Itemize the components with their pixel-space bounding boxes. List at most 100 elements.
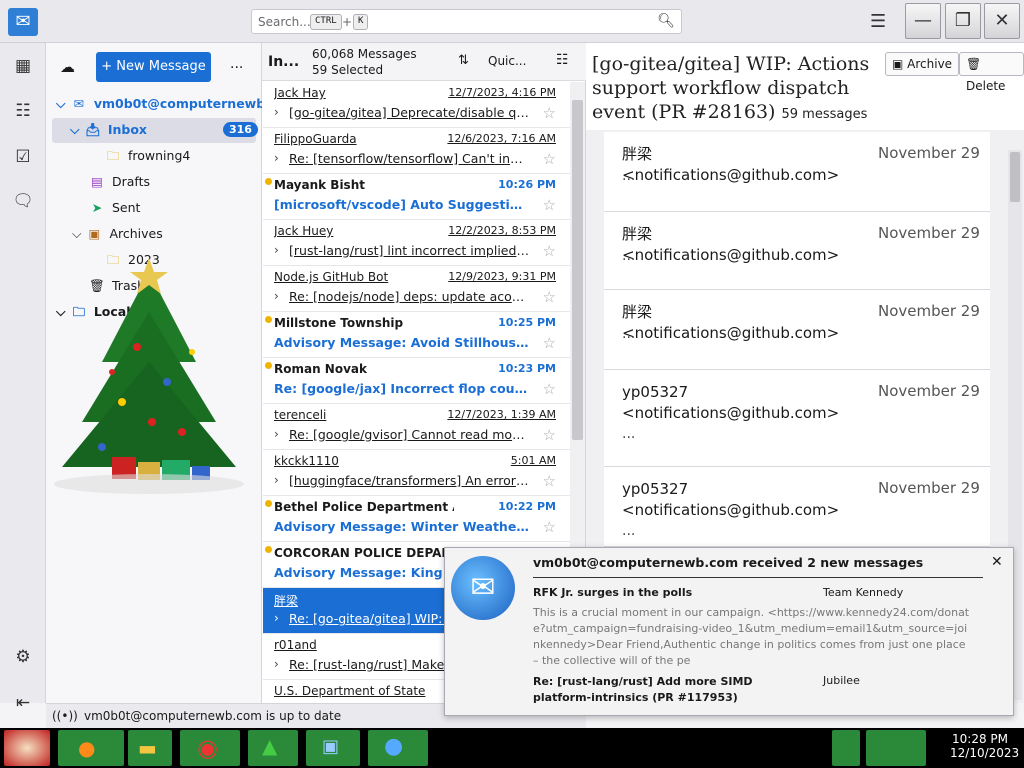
delete-button[interactable]: 🗑︎ Delete xyxy=(959,52,1024,93)
star-icon[interactable]: ☆ xyxy=(543,426,556,444)
spaces-toolbar: ▦ ☷ ☑ 🗨︎ ⚙ ⇤ xyxy=(0,43,46,713)
chevron-right-icon[interactable]: › xyxy=(274,611,279,625)
taskbar-firefox[interactable]: ● xyxy=(58,730,124,766)
chevron-right-icon[interactable]: › xyxy=(274,243,279,257)
divider xyxy=(533,577,983,578)
shortcut-key-ctrl: CTRL xyxy=(310,14,342,30)
sent-icon: ➤ xyxy=(91,200,103,215)
star-icon[interactable]: ☆ xyxy=(543,242,556,260)
thread-message-from: 胖梁 <notifications@github.com> xyxy=(622,225,840,264)
tray-icons[interactable] xyxy=(866,730,926,766)
message-row[interactable]: FilippoGuarda 12/6/2023, 7:16 AM › Re: [ten… xyxy=(263,128,570,174)
star-icon[interactable]: ☆ xyxy=(543,150,556,168)
minimize-button[interactable]: — xyxy=(905,3,941,39)
archive-label: Archive xyxy=(907,57,953,71)
folder-sent[interactable]: ➤ Sent xyxy=(88,196,141,220)
message-subject: [microsoft/vscode] Auto Suggestion Fre..… xyxy=(274,197,529,212)
chat-icon[interactable]: 🗨︎ xyxy=(12,191,34,213)
chevron-right-icon[interactable]: › xyxy=(274,427,279,441)
inbox-icon: 📥︎ xyxy=(84,122,101,137)
clock[interactable]: 10:28 PM 12/10/2023 xyxy=(950,732,1019,760)
folder-archives[interactable]: ⌵ ▣ Archives xyxy=(72,222,163,246)
message-row[interactable]: Millstone Township 10:25 PM Advisory Messa… xyxy=(263,312,570,358)
star-icon[interactable]: ☆ xyxy=(543,518,556,536)
message-subject: Advisory Message: Winter Weather Adv... xyxy=(274,519,529,534)
scroll-thumb[interactable] xyxy=(1010,152,1020,202)
message-sender: terenceli xyxy=(274,408,327,422)
menu-icon[interactable]: ☰ xyxy=(870,11,886,32)
star-icon[interactable]: ☆ xyxy=(543,472,556,490)
taskbar-thunderbird[interactable]: ● xyxy=(368,730,428,766)
quick-filter-icon[interactable]: ⇅ xyxy=(458,53,469,68)
message-row[interactable]: Jack Hay 12/7/2023, 4:16 PM › [go-gitea/git… xyxy=(263,82,570,128)
chevron-right-icon[interactable]: › xyxy=(274,473,279,487)
message-date: 12/9/2023, 9:31 PM xyxy=(448,270,556,283)
taskbar-tree-app[interactable]: ▲ xyxy=(248,730,298,766)
folder-drafts[interactable]: ▤ Drafts xyxy=(88,170,150,194)
account-row[interactable]: ⌵ ✉ vm0b0t@computernewb... xyxy=(56,92,279,116)
taskbar-photo-app[interactable]: ▣ xyxy=(306,730,360,766)
message-row[interactable]: Roman Novak 10:23 PM Re: [google/jax] Inco… xyxy=(263,358,570,404)
message-row[interactable]: terenceli 12/7/2023, 1:39 AM › Re: [google/… xyxy=(263,404,570,450)
online-status-icon[interactable]: ((•)) xyxy=(52,704,78,728)
notif-message-1-subject[interactable]: RFK Jr. surges in the polls xyxy=(533,586,692,599)
calendar-icon[interactable]: ☷ xyxy=(12,101,34,123)
inbox-label: Inbox xyxy=(107,122,147,137)
archive-button[interactable]: ▣ Archive xyxy=(885,52,960,76)
message-row[interactable]: Node.js GitHub Bot 12/9/2023, 9:31 PM › Re:… xyxy=(263,266,570,312)
thread-message-card[interactable]: 胖梁 <notifications@github.com> November 29… xyxy=(604,290,990,370)
search-input[interactable]: Search... CTRL + K 🔍︎ xyxy=(251,9,682,34)
thread-message-from: yp05327 <notifications@github.com> xyxy=(622,480,840,519)
settings-icon[interactable]: ⚙ xyxy=(12,647,34,669)
message-date: 12/7/2023, 4:16 PM xyxy=(448,86,556,99)
new-message-button[interactable]: + New Message xyxy=(96,52,211,82)
star-icon[interactable]: ☆ xyxy=(543,380,556,398)
start-button[interactable] xyxy=(4,730,50,766)
list-options-icon[interactable]: ☷ xyxy=(556,52,569,68)
collapse-icon[interactable]: ⇤ xyxy=(12,693,34,715)
notif-message-2-subject[interactable]: Re: [rust-lang/rust] Add more SIMD platf… xyxy=(533,674,813,706)
message-row[interactable]: kkckk1110 5:01 AM › [huggingface/transforme… xyxy=(263,450,570,496)
thread-message-card[interactable]: yp05327 <notifications@github.com> Novemb… xyxy=(604,370,990,467)
message-sender: 胖梁 xyxy=(274,594,299,608)
archive-icon: ▣ xyxy=(892,57,908,71)
tree-icon: ▲ xyxy=(262,734,278,758)
mail-app-icon[interactable]: ✉ xyxy=(8,8,38,36)
message-row[interactable]: Mayank Bisht 10:26 PM [microsoft/vscode] A… xyxy=(263,174,570,220)
star-icon[interactable]: ☆ xyxy=(543,196,556,214)
message-row[interactable]: Jack Huey 12/2/2023, 8:53 PM › [rust-lang/r… xyxy=(263,220,570,266)
chevron-right-icon[interactable]: › xyxy=(274,657,279,671)
thread-message-card[interactable]: yp05327 <notifications@github.com> Novemb… xyxy=(604,467,990,547)
folder-frowning4[interactable]: 🗀 frowning4 xyxy=(104,144,191,168)
search-icon[interactable]: 🔍︎ xyxy=(657,13,675,29)
message-row[interactable]: Bethel Police Department AK 10:22 PM Advis… xyxy=(263,496,570,542)
address-book-icon[interactable]: ▦ xyxy=(12,56,34,78)
tasks-icon[interactable]: ☑ xyxy=(12,147,34,169)
tray-area[interactable] xyxy=(832,730,860,766)
message-sender: Millstone Township xyxy=(274,316,404,330)
get-messages-icon[interactable]: ☁ xyxy=(60,58,75,76)
new-mail-notification[interactable]: ✉ vm0b0t@computernewb.com received 2 new… xyxy=(444,547,1014,716)
scroll-thumb[interactable] xyxy=(572,100,583,440)
notif-message-2-sender: Jubilee xyxy=(823,674,860,687)
taskbar-explorer[interactable]: ▬ xyxy=(128,730,172,766)
thread-message-card[interactable]: 胖梁 <notifications@github.com> November 29… xyxy=(604,132,990,212)
star-icon[interactable]: ☆ xyxy=(543,288,556,306)
star-icon[interactable]: ☆ xyxy=(543,334,556,352)
thread-message-card[interactable]: 胖梁 <notifications@github.com> November 29… xyxy=(604,212,990,290)
message-subject: Advisory Message: Avoid Stillhouse goi..… xyxy=(274,335,529,350)
quick-filter-button[interactable]: Quic... xyxy=(488,54,526,68)
archive-icon: ▣ xyxy=(88,226,101,241)
star-icon[interactable]: ☆ xyxy=(543,104,556,122)
taskbar-chrome[interactable]: ◉ xyxy=(180,730,240,766)
chevron-right-icon[interactable]: › xyxy=(274,151,279,165)
notification-close-icon[interactable]: ✕ xyxy=(991,554,1003,570)
close-button[interactable]: ✕ xyxy=(984,3,1020,39)
chevron-right-icon[interactable]: › xyxy=(274,105,279,119)
inbox-label-row[interactable]: ⌵ 📥︎ Inbox xyxy=(70,118,147,142)
restore-button[interactable]: ❐ xyxy=(945,3,981,39)
chevron-right-icon[interactable]: › xyxy=(274,289,279,303)
thread-message-preview: ... xyxy=(622,426,636,442)
message-date: 5:01 AM xyxy=(510,454,556,467)
folder-pane-more-button[interactable]: ... xyxy=(230,56,243,72)
